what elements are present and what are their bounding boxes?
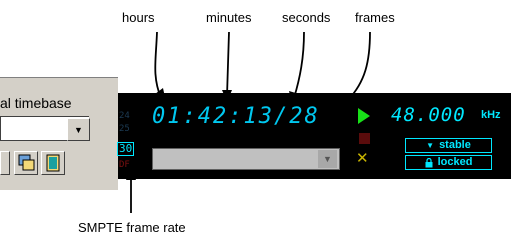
status-stable-label: stable bbox=[439, 139, 471, 151]
sample-rate-value: 48.000 bbox=[391, 104, 466, 126]
frame-rate-df[interactable]: DF bbox=[119, 160, 130, 170]
frame-rate-24[interactable]: 24 bbox=[119, 111, 130, 121]
triangle-down-icon: ▼ bbox=[426, 141, 435, 150]
position-select[interactable] bbox=[152, 148, 340, 170]
status-badge-locked: locked bbox=[405, 155, 492, 170]
chevron-down-icon[interactable]: ▼ bbox=[318, 150, 337, 168]
lock-icon bbox=[425, 157, 433, 167]
frame-rate-25[interactable]: 25 bbox=[119, 124, 130, 134]
status-badge-stable: ▼ stable bbox=[405, 138, 492, 153]
x-icon[interactable]: ✕ bbox=[356, 151, 369, 166]
status-locked-label: locked bbox=[437, 156, 473, 168]
frame-rate-30[interactable]: 30 bbox=[117, 142, 135, 156]
stop-icon[interactable] bbox=[359, 133, 370, 144]
sample-rate-unit: kHz bbox=[481, 109, 501, 121]
timecode-value: 01:42:13/28 bbox=[152, 104, 320, 129]
play-icon[interactable] bbox=[358, 108, 370, 124]
